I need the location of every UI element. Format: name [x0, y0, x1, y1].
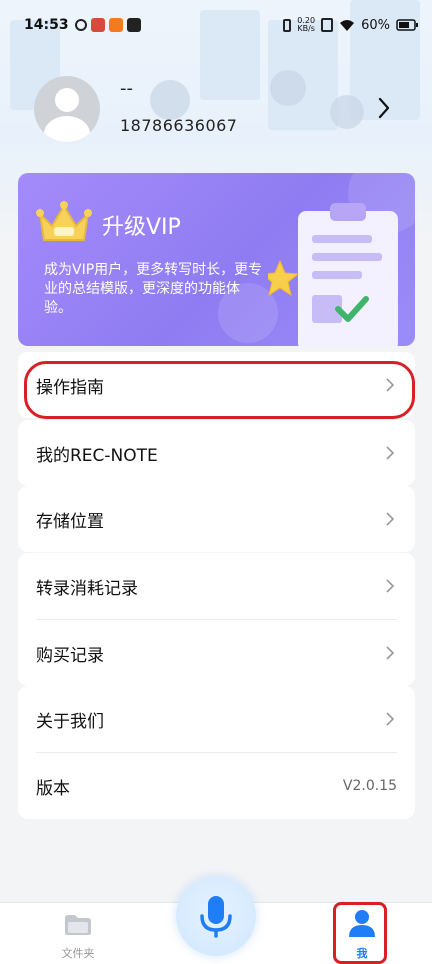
sim-off-icon	[321, 18, 334, 32]
cloud-icon	[74, 19, 87, 31]
avatar[interactable]	[34, 76, 100, 142]
status-time: 14:53	[24, 17, 69, 33]
profile-section[interactable]: -- 18786636067	[34, 76, 414, 156]
nav-tab-me[interactable]: 我	[336, 907, 388, 963]
nickname: --	[120, 78, 133, 99]
menu-item-storage[interactable]: 存储位置	[18, 486, 415, 552]
menu-item-label: 操作指南	[36, 377, 104, 398]
menu-item-rec-note[interactable]: 我的REC-NOTE	[18, 420, 415, 486]
folder-icon	[65, 915, 91, 935]
clipboard-illustration-icon	[268, 203, 398, 346]
nav-tab-label: 文件夹	[61, 947, 95, 960]
menu-group-recnote: 我的REC-NOTE	[18, 420, 415, 486]
chevron-right-icon[interactable]	[372, 96, 396, 120]
menu-item-about[interactable]: 关于我们	[18, 686, 415, 752]
chevron-right-icon	[386, 712, 395, 726]
battery-level: 60%	[361, 17, 390, 33]
status-bar: 14:53 0.20 KB/s 60%	[0, 0, 432, 50]
menu-item-label: 版本	[36, 778, 70, 799]
menu-item-guide[interactable]: 操作指南	[18, 352, 415, 418]
chevron-right-icon	[386, 579, 395, 593]
vip-title: 升级VIP	[102, 215, 181, 240]
chevron-right-icon	[386, 378, 395, 392]
menu-group-guide: 操作指南	[18, 352, 415, 418]
menu-item-label: 存储位置	[36, 511, 104, 532]
app-notification-icon	[90, 18, 105, 32]
menu-group-records: 转录消耗记录 购买记录	[18, 553, 415, 686]
record-button[interactable]	[176, 876, 256, 956]
wifi-icon	[340, 19, 355, 31]
menu-group-storage: 存储位置	[18, 486, 415, 552]
menu-item-label: 关于我们	[36, 711, 104, 732]
network-speed: 0.20 KB/s	[297, 17, 315, 33]
chevron-right-icon	[386, 446, 395, 460]
microphone-icon	[200, 896, 232, 938]
speed-unit: KB/s	[297, 24, 315, 33]
vip-upgrade-card[interactable]: 升级VIP 成为VIP用户，更多转写时长，更专业的总结模版，更深度的功能体验。	[18, 173, 415, 346]
person-icon	[349, 910, 375, 937]
chevron-right-icon	[386, 512, 395, 526]
menu-item-label: 我的REC-NOTE	[36, 445, 158, 466]
menu-item-purchase-records[interactable]: 购买记录	[18, 620, 415, 686]
menu-item-transcribe-records[interactable]: 转录消耗记录	[18, 553, 415, 619]
vibrate-icon	[283, 18, 292, 32]
version-value: V2.0.15	[342, 778, 397, 794]
play-store-icon	[126, 18, 141, 32]
battery-icon	[396, 19, 418, 31]
vip-description: 成为VIP用户，更多转写时长，更专业的总结模版，更深度的功能体验。	[44, 262, 263, 316]
nav-tab-label: 我	[356, 947, 368, 960]
menu-item-label: 购买记录	[36, 645, 104, 666]
menu-group-about: 关于我们 版本 V2.0.15	[18, 686, 415, 819]
menu-item-label: 转录消耗记录	[36, 578, 138, 599]
crown-icon	[36, 201, 92, 241]
app-notification-icon-2	[108, 18, 123, 32]
menu-item-version[interactable]: 版本 V2.0.15	[18, 753, 415, 819]
chevron-right-icon	[386, 646, 395, 660]
phone-number: 18786636067	[120, 116, 238, 135]
nav-tab-files[interactable]: 文件夹	[48, 913, 108, 963]
